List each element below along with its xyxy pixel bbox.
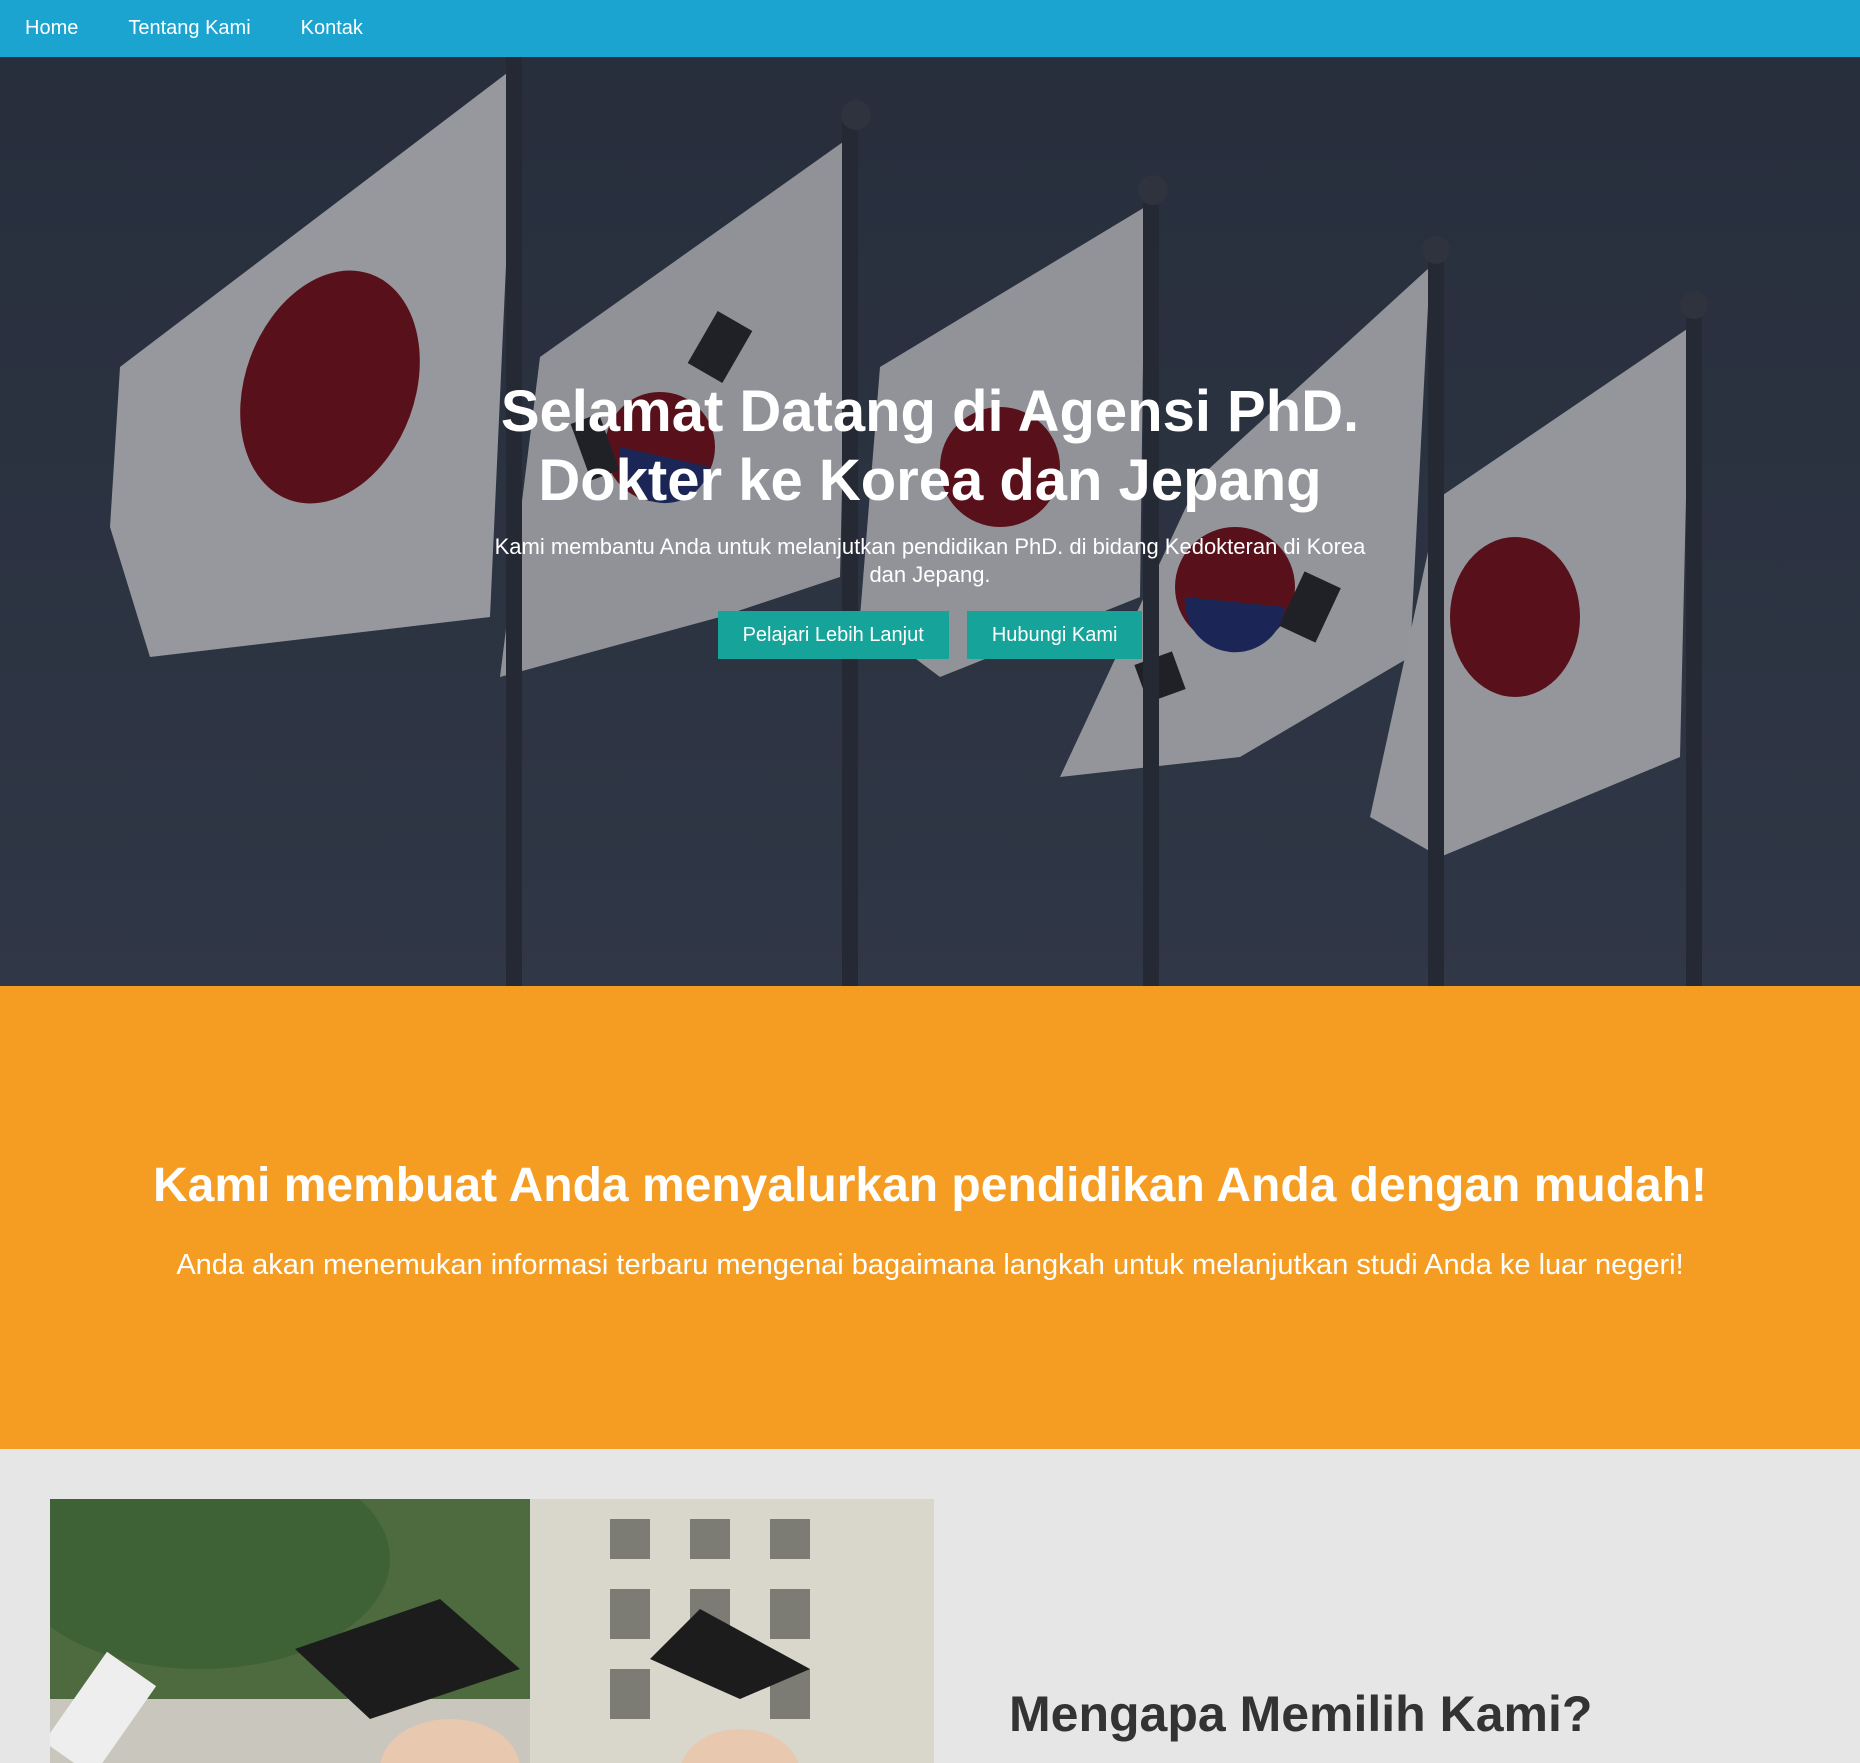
why-choose-us-title: Mengapa Memilih Kami? xyxy=(1009,1686,1593,1742)
nav-contact-link[interactable]: Kontak xyxy=(301,17,363,40)
hero-content: Selamat Datang di Agensi PhD. Dokter ke … xyxy=(0,377,1860,659)
promo-text: Anda akan menemukan informasi terbaru me… xyxy=(176,1249,1684,1281)
graduates-photo xyxy=(50,1499,934,1763)
hero-subtitle: Kami membantu Anda untuk melanjutkan pen… xyxy=(494,534,1366,587)
contact-us-button[interactable]: Hubungi Kami xyxy=(966,611,1143,659)
top-navbar: Home Tentang Kami Kontak xyxy=(0,0,1860,57)
promo-title: Kami membuat Anda menyalurkan pendidikan… xyxy=(152,1159,1708,1212)
hero-buttons: Pelajari Lebih Lanjut Hubungi Kami xyxy=(0,611,1860,659)
why-choose-us-section: Mengapa Memilih Kami? xyxy=(0,1449,1860,1763)
hero-section: Selamat Datang di Agensi PhD. Dokter ke … xyxy=(0,57,1860,986)
hero-title: Selamat Datang di Agensi PhD. Dokter ke … xyxy=(500,379,1360,513)
nav-home-link[interactable]: Home xyxy=(25,17,78,40)
learn-more-button[interactable]: Pelajari Lebih Lanjut xyxy=(717,611,949,659)
nav-about-link[interactable]: Tentang Kami xyxy=(128,17,250,40)
promo-section: Kami membuat Anda menyalurkan pendidikan… xyxy=(0,986,1860,1449)
